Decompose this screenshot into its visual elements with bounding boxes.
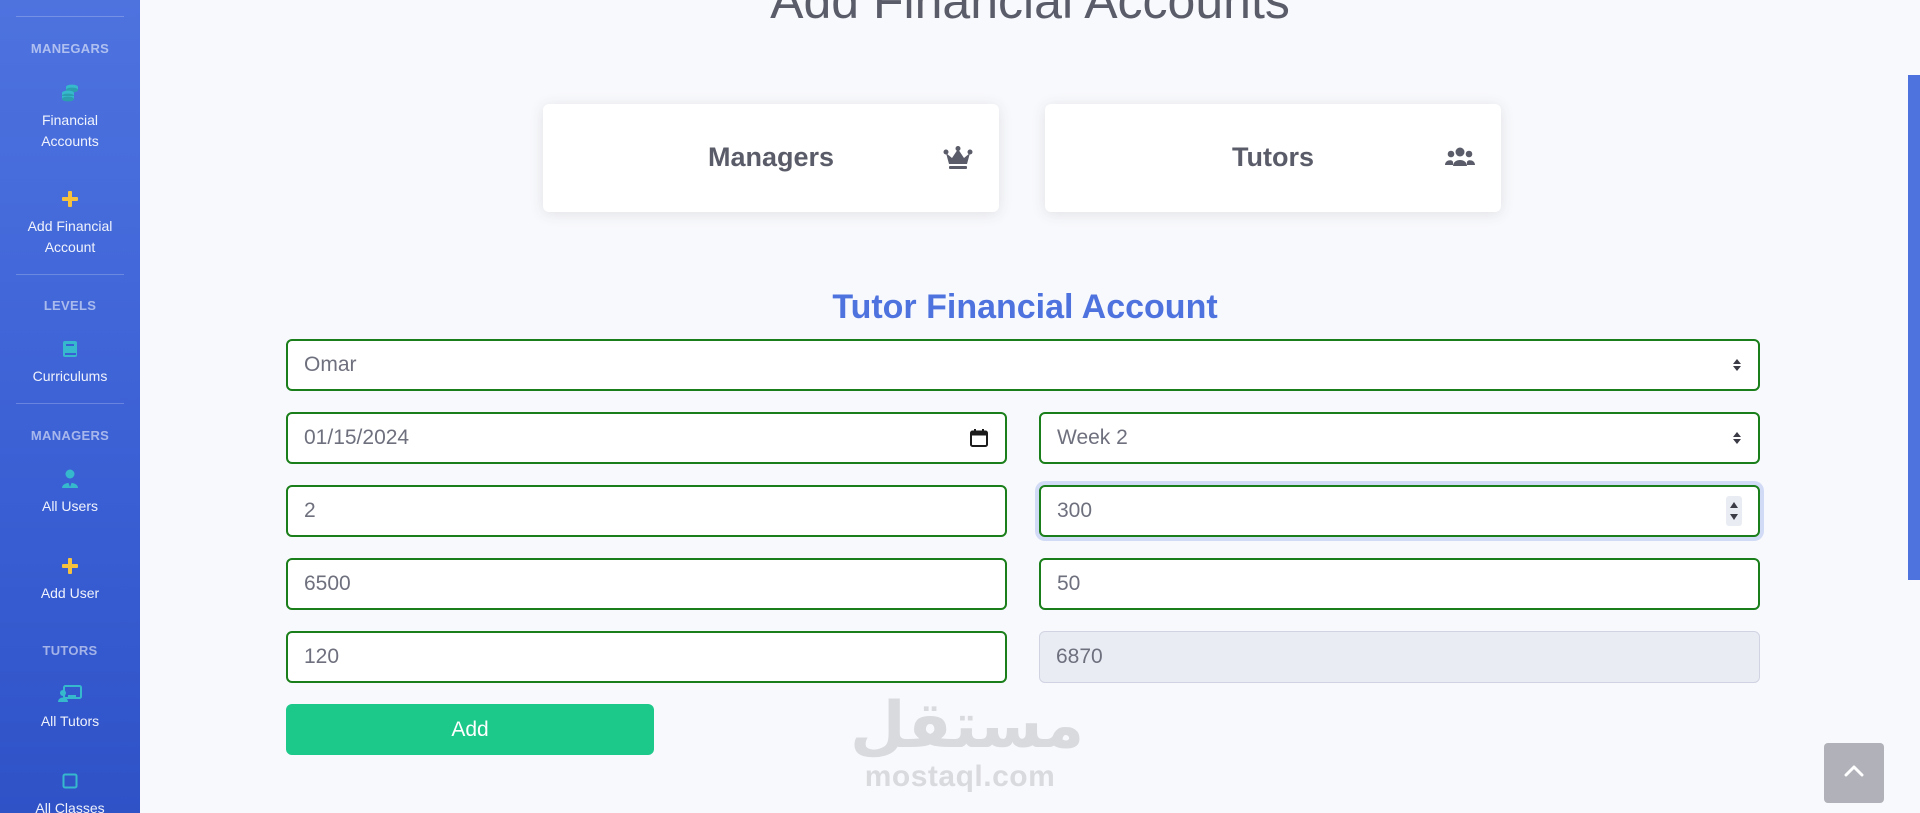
count-input[interactable]: 2 (286, 485, 1007, 537)
date-input-value: 01/15/2024 (304, 426, 410, 449)
tutors-card[interactable]: Tutors (1045, 104, 1501, 212)
sidebar-label-all-tutors: All Tutors (40, 713, 100, 729)
watermark-latin: mostaql.com (864, 760, 1056, 793)
coins-icon (60, 82, 80, 104)
tutor-select[interactable]: Omar (286, 339, 1760, 391)
base-input-value: 6500 (304, 572, 351, 595)
sidebar-label-all-users: All Users (41, 498, 98, 514)
count-input-value: 2 (304, 499, 316, 522)
tutor-select-value: Omar (304, 353, 357, 376)
sidebar-label-add-financial-account: Add Financial Account (27, 218, 113, 255)
extra-input-value: 120 (304, 645, 340, 668)
bonus-input-value: 50 (1057, 572, 1081, 595)
sidebar-item-add-financial-account[interactable]: Add Financial Account (0, 188, 140, 258)
sidebar-item-financial-accounts[interactable]: Financial Accounts (0, 82, 140, 152)
section-title: Tutor Financial Account (832, 288, 1218, 326)
extra-input[interactable]: 120 (286, 631, 1007, 683)
sidebar-heading-tutors: TUTORS (42, 643, 98, 658)
sidebar-divider (16, 274, 124, 275)
base-input[interactable]: 6500 (286, 558, 1007, 610)
chevron-up-icon (1844, 764, 1864, 782)
sidebar-item-add-user[interactable]: Add User (0, 555, 140, 604)
tutors-card-label: Tutors (1232, 142, 1314, 172)
crown-icon (943, 146, 973, 175)
mostaql-watermark: مستقل mostaql.com (850, 689, 1085, 794)
total-field-value: 6870 (1056, 645, 1103, 668)
scrollbar-thumb[interactable] (1908, 75, 1920, 580)
select-arrows-icon (1732, 414, 1742, 462)
sidebar-divider (16, 16, 124, 17)
sidebar-label-financial-accounts: Financial Accounts (41, 112, 99, 149)
rate-input[interactable]: 300 (1039, 485, 1760, 537)
user-tie-icon (61, 468, 79, 490)
plus-icon (61, 555, 79, 577)
sidebar-item-all-users[interactable]: All Users (0, 468, 140, 517)
sidebar-item-all-classes[interactable]: All Classes (0, 770, 140, 813)
sidebar-heading-levels: LEVELS (43, 298, 97, 313)
sidebar-label-add-user: Add User (40, 585, 100, 601)
add-button[interactable]: Add (286, 704, 654, 755)
select-arrows-icon (1732, 341, 1742, 389)
sidebar-item-all-tutors[interactable]: All Tutors (0, 683, 140, 732)
sidebar-divider (16, 403, 124, 404)
calendar-icon[interactable] (969, 414, 989, 462)
sidebar-label-all-classes: All Classes (35, 800, 105, 813)
chalkboard-teacher-icon (58, 683, 82, 705)
sidebar-item-curriculums[interactable]: Curriculums (0, 338, 140, 387)
sidebar: MANEGARS Financial Accounts Add Financia… (0, 0, 140, 813)
page-title: Add Financial Accounts (770, 0, 1290, 29)
bonus-input[interactable]: 50 (1039, 558, 1760, 610)
book-icon (62, 338, 78, 360)
watermark-arabic: مستقل (850, 689, 1085, 761)
week-select-value: Week 2 (1057, 426, 1128, 449)
users-icon (1445, 146, 1475, 173)
week-select[interactable]: Week 2 (1039, 412, 1760, 464)
managers-card[interactable]: Managers (543, 104, 999, 212)
managers-card-label: Managers (707, 142, 835, 172)
scroll-to-top-button[interactable] (1824, 743, 1884, 803)
sidebar-heading-managers: MANAGERS (30, 428, 110, 443)
date-input[interactable]: 01/15/2024 (286, 412, 1007, 464)
square-icon (62, 770, 78, 792)
number-spinner-icon[interactable] (1726, 487, 1742, 535)
total-field: 6870 (1039, 631, 1760, 683)
sidebar-label-curriculums: Curriculums (32, 368, 108, 384)
rate-input-value: 300 (1057, 499, 1093, 522)
plus-icon (61, 188, 79, 210)
sidebar-heading-manegars: MANEGARS (30, 41, 110, 56)
